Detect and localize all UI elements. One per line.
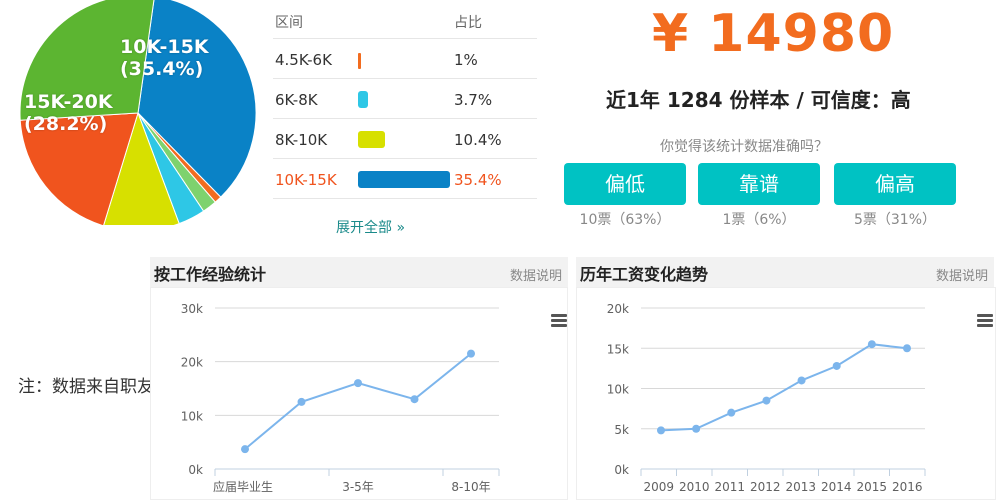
y-tick-label: 0k (188, 463, 203, 477)
expand-all-link[interactable]: 展开全部 » (336, 217, 405, 237)
trend-panel-body: 0k 5k 10k 15k 20k 2009 2010 2011 2012 2013 2014 201… (576, 287, 996, 500)
row-percent: 3.7% (454, 91, 493, 109)
experience-panel-header: 按工作经验统计 数据说明 (150, 257, 568, 287)
row-percent: 1% (454, 51, 478, 69)
data-point (354, 379, 362, 388)
data-point (297, 397, 306, 406)
sample-info: 近1年 1284 份样本 / 可信度：高 (606, 88, 911, 112)
data-source-note: 注：数据来自职友集 (18, 377, 171, 397)
row-range: 4.5K-6K (275, 51, 332, 69)
vote-low-count: 10票（63%） (579, 212, 671, 228)
vote-reliable-count: 1票（6%） (722, 212, 796, 228)
vote-high-count: 5票（31%） (853, 212, 937, 228)
row-bar (358, 91, 368, 108)
header-range: 区间 (275, 15, 303, 31)
experience-chart-menu-icon[interactable] (551, 314, 567, 327)
x-tick-label: 2014 (821, 480, 852, 494)
y-tick-label: 30k (181, 302, 203, 316)
data-point (692, 424, 701, 433)
row-percent: 35.4% (454, 171, 502, 189)
x-tick-label: 应届毕业生 (213, 479, 273, 494)
trend-panel-title: 历年工资变化趋势 (580, 265, 709, 284)
trend-data-note-link[interactable]: 数据说明 (936, 265, 988, 284)
row-range: 6K-8K (275, 91, 318, 109)
row-bar (358, 53, 361, 69)
data-point (657, 426, 665, 435)
data-point (832, 361, 841, 370)
trend-line-chart: 0k 5k 10k 15k 20k 2009 2010 2011 2012 2013 2014 201… (607, 302, 926, 494)
row-range: 10K-15K (275, 171, 337, 189)
row-range: 8K-10K (275, 131, 328, 149)
accuracy-question: 你觉得该统计数据准确吗？ (660, 139, 828, 155)
average-salary: ¥ 14980 (652, 4, 895, 64)
data-point (727, 408, 736, 417)
data-point (762, 396, 771, 405)
y-tick-label: 15k (607, 342, 629, 356)
distribution-row: 6K-8K 3.7% (273, 79, 537, 119)
trend-chart-menu-icon[interactable] (977, 314, 993, 327)
distribution-row: 4.5K-6K 1% (273, 39, 537, 79)
x-tick-label: 2015 (856, 480, 887, 494)
trend-panel-header: 历年工资变化趋势 数据说明 (576, 257, 994, 287)
data-point (241, 445, 249, 454)
x-tick-label: 2009 (643, 480, 674, 494)
experience-line-chart: 0k 10k 20k 30k 应届毕业生 3-5年 8-10年 (181, 302, 500, 494)
y-tick-label: 10k (181, 409, 203, 423)
pie-label-15k-20k: 15K-20K (28.2%) (24, 91, 113, 135)
y-tick-label: 20k (181, 356, 203, 370)
x-tick-label: 8-10年 (451, 480, 490, 494)
distribution-row: 10K-15K 35.4% (273, 159, 537, 199)
x-tick-label: 2010 (679, 480, 710, 494)
data-point (467, 349, 475, 358)
data-point (867, 340, 876, 349)
x-tick-label: 2011 (714, 480, 745, 494)
salary-distribution-table: 区间 占比 4.5K-6K 1% 6K-8K 3.7% 8K-10K 10.4% 10K-1… (273, 0, 537, 199)
data-point (903, 344, 911, 353)
distribution-row: 8K-10K 10.4% (273, 119, 537, 159)
x-tick-label: 2016 (892, 480, 923, 494)
row-bar (358, 131, 386, 148)
pie-label-10k-15k: 10K-15K (35.4%) (120, 36, 209, 80)
table-header: 区间 占比 (273, 0, 537, 39)
experience-panel-title: 按工作经验统计 (154, 265, 267, 284)
series-line (244, 352, 472, 450)
y-tick-label: 5k (614, 423, 629, 437)
y-tick-label: 10k (607, 383, 629, 397)
data-point (797, 376, 806, 385)
vote-high-button[interactable]: 偏高 (834, 163, 956, 205)
header-ratio: 占比 (454, 15, 482, 31)
series-line (660, 343, 908, 432)
experience-data-note-link[interactable]: 数据说明 (510, 265, 562, 284)
x-tick-label: 2013 (785, 480, 816, 494)
experience-panel-body: 0k 10k 20k 30k 应届毕业生 3-5年 8-10年 (150, 287, 568, 500)
vote-reliable-button[interactable]: 靠谱 (698, 163, 820, 205)
y-tick-label: 20k (607, 302, 629, 316)
data-point (410, 395, 419, 404)
y-tick-label: 0k (614, 463, 629, 477)
row-percent: 10.4% (454, 131, 502, 149)
vote-low-button[interactable]: 偏低 (564, 163, 686, 205)
x-tick-label: 3-5年 (342, 480, 374, 494)
x-tick-label: 2012 (750, 480, 781, 494)
row-bar (358, 171, 450, 188)
